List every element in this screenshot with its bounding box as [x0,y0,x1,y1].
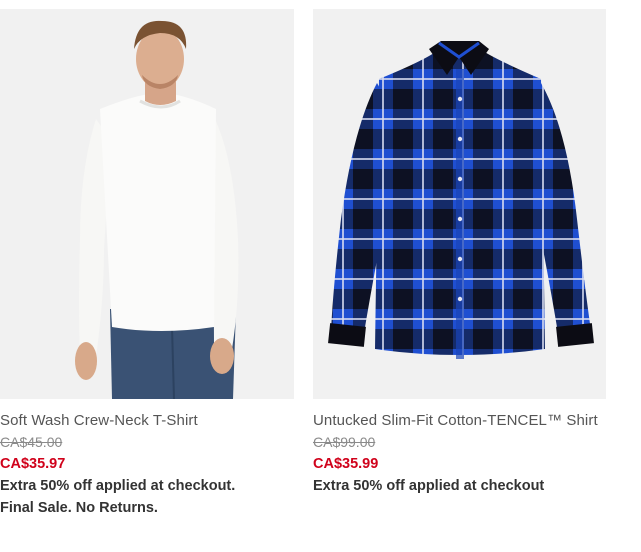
product-card[interactable]: Untucked Slim-Fit Cotton-TENCEL™ Shirt C… [313,9,609,497]
product-image-plaid-shirt[interactable] [313,9,606,399]
original-price: CA$99.00 [313,434,376,450]
product-image-tshirt-model[interactable] [0,9,294,399]
sale-price: CA$35.99 [313,456,379,472]
product-name[interactable]: Untucked Slim-Fit Cotton-TENCEL™ Shirt [313,410,609,432]
original-price: CA$45.00 [0,434,63,450]
final-sale-text: Final Sale. No Returns. [0,500,158,516]
sale-price: CA$35.97 [0,456,66,472]
product-card[interactable]: Soft Wash Crew-Neck T-Shirt CA$45.00 CA$… [0,9,296,519]
promo-text: Extra 50% off applied at checkout. [0,478,236,494]
promo-text: Extra 50% off applied at checkout [313,478,545,494]
product-name[interactable]: Soft Wash Crew-Neck T-Shirt [0,410,296,432]
